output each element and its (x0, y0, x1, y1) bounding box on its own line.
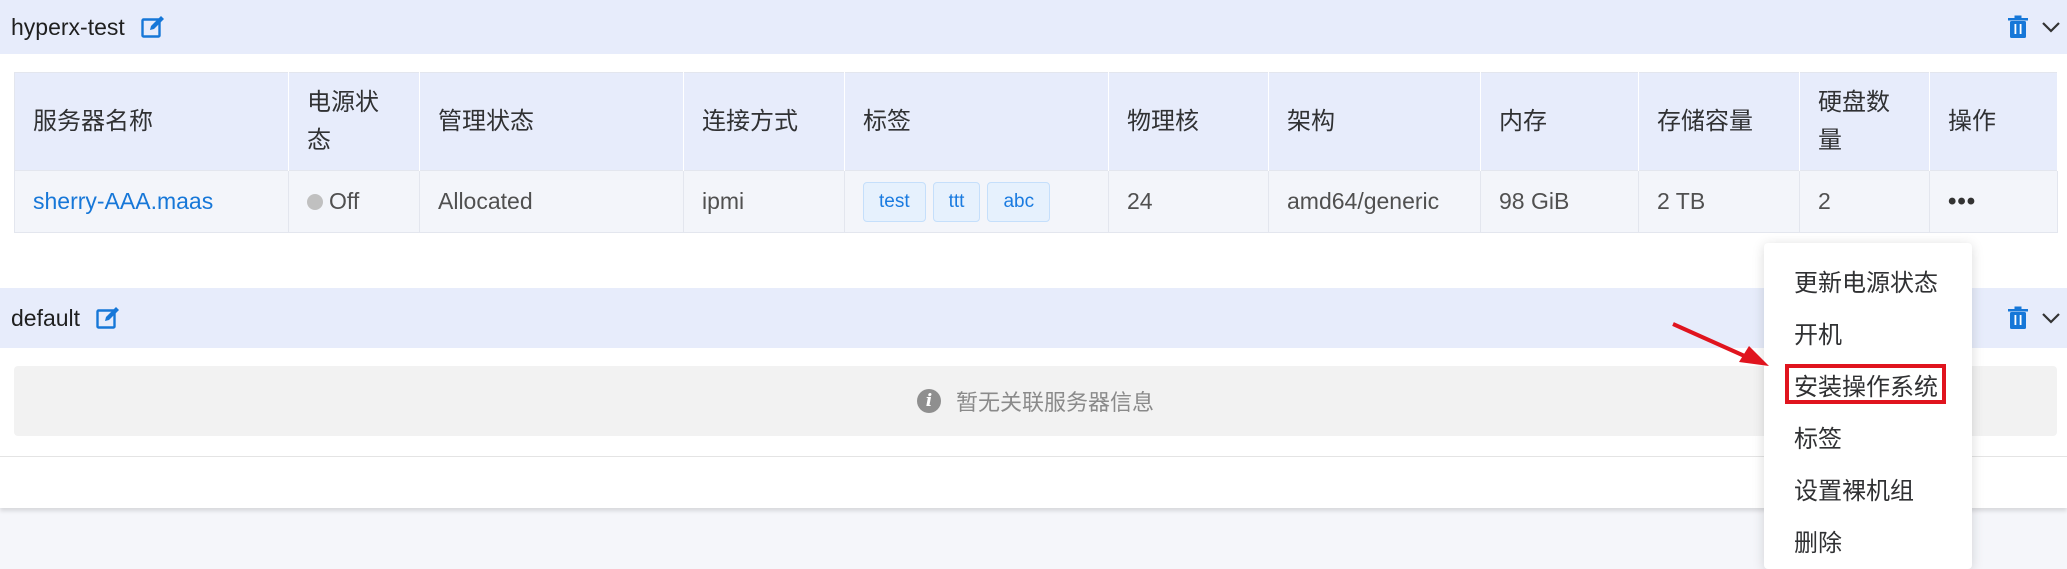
menu-item-update-power[interactable]: 更新电源状态 (1794, 263, 1938, 298)
server-name-link[interactable]: sherry-AAA.maas (33, 188, 213, 214)
col-header-connection: 连接方式 (683, 72, 845, 171)
power-status: Off (329, 188, 360, 214)
menu-item-set-group[interactable]: 设置裸机组 (1794, 471, 1914, 506)
col-header-power: 电源状态 (288, 72, 420, 171)
storage-capacity: 2 TB (1638, 170, 1800, 233)
group-name: default (11, 304, 81, 331)
table-header-row: 服务器名称 电源状态 管理状态 连接方式 标签 物理核 架构 内存 存储容量 硬… (14, 72, 2058, 171)
col-header-actions: 操作 (1929, 72, 2058, 171)
menu-item-power-on[interactable]: 开机 (1794, 315, 1842, 350)
annotation-arrow (1672, 322, 1769, 366)
col-header-storage: 存储容量 (1638, 72, 1800, 171)
group-header-hyperx-test: hyperx-test (0, 0, 2067, 54)
info-icon: i (916, 389, 941, 413)
table-row: sherry-AAA.maas Off Allocated ipmi test t… (14, 170, 2058, 233)
group-actions (2007, 288, 2067, 348)
group-actions (2007, 0, 2067, 54)
trash-icon[interactable] (2007, 306, 2029, 330)
architecture: amd64/generic (1268, 170, 1481, 233)
col-header-tags: 标签 (844, 72, 1109, 171)
trash-icon[interactable] (2007, 15, 2029, 39)
power-status-dot (307, 194, 323, 210)
menu-item-tags[interactable]: 标签 (1794, 419, 1842, 454)
col-header-memory: 内存 (1480, 72, 1639, 171)
more-icon[interactable]: ••• (1948, 188, 1976, 215)
group-name: hyperx-test (11, 13, 125, 40)
chevron-down-icon[interactable] (2041, 20, 2061, 34)
servers-table: 服务器名称 电源状态 管理状态 连接方式 标签 物理核 架构 内存 存储容量 硬… (14, 72, 2058, 233)
chevron-down-icon[interactable] (2041, 311, 2061, 325)
edit-icon[interactable] (141, 15, 167, 39)
disk-count: 2 (1799, 170, 1930, 233)
actions-dropdown-menu: 更新电源状态 开机 安装操作系统 标签 设置裸机组 删除 (1764, 243, 1972, 569)
tag-chip[interactable]: abc (987, 181, 1051, 222)
menu-item-delete[interactable]: 删除 (1794, 523, 1842, 558)
col-header-disks: 硬盘数量 (1799, 72, 1930, 171)
tag-chip[interactable]: test (863, 181, 926, 222)
edit-icon[interactable] (96, 306, 122, 330)
tag-chip[interactable]: ttt (932, 181, 981, 222)
server-groups-panel: hyperx-test 服务器名称 电源状态 管理状态 连接方式 标签 物理核 … (0, 0, 2067, 508)
physical-cores: 24 (1108, 170, 1269, 233)
divider (0, 456, 2067, 457)
connection-type: ipmi (683, 170, 845, 233)
memory: 98 GiB (1480, 170, 1639, 233)
empty-message: 暂无关联服务器信息 (955, 390, 1154, 415)
col-header-server-name: 服务器名称 (14, 72, 289, 171)
col-header-cores: 物理核 (1108, 72, 1269, 171)
empty-state: i 暂无关联服务器信息 (14, 366, 2057, 436)
col-header-status: 管理状态 (419, 72, 684, 171)
manage-status: Allocated (419, 170, 684, 233)
highlight-box (1785, 364, 1946, 404)
col-header-arch: 架构 (1268, 72, 1481, 171)
